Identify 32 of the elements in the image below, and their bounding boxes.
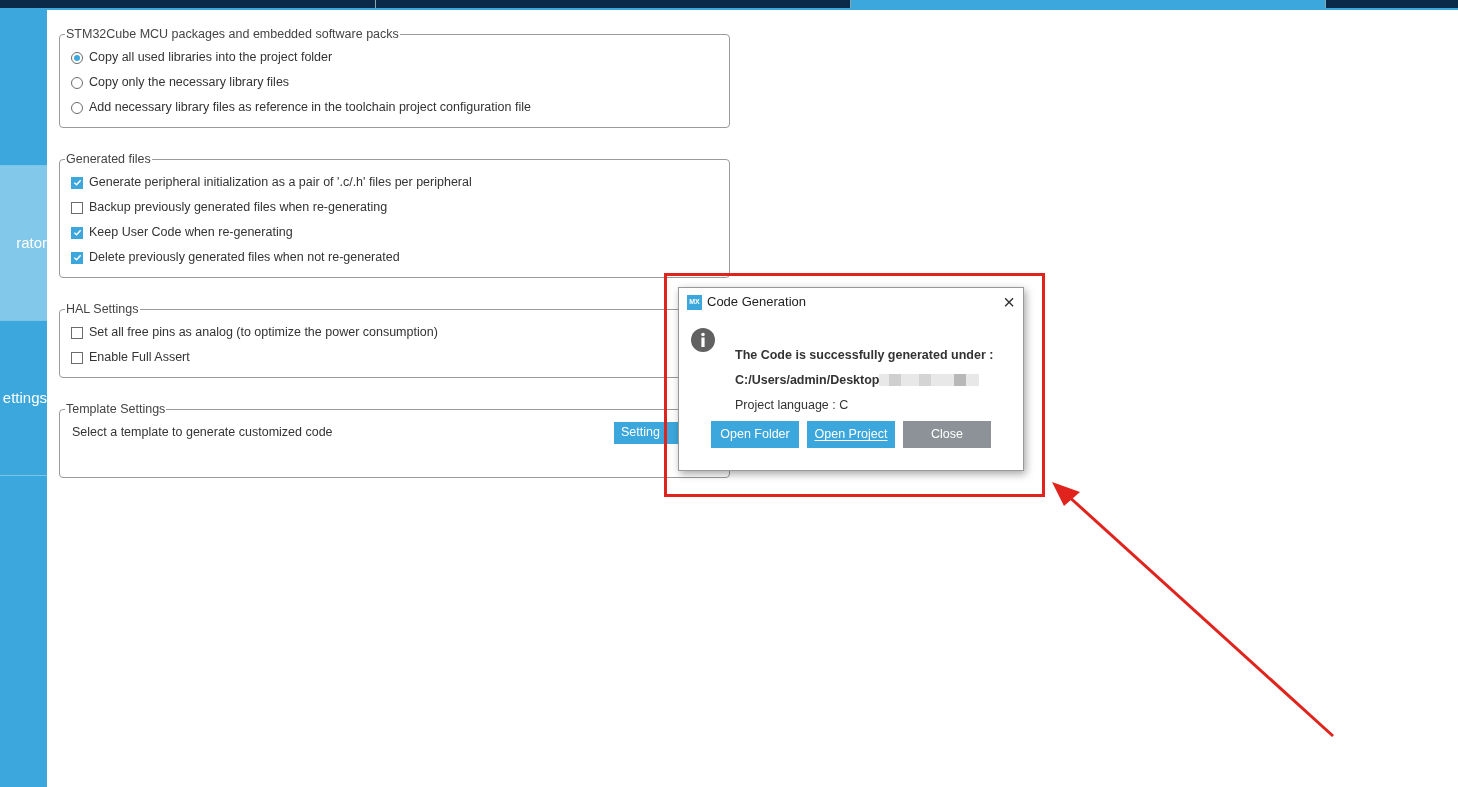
option-label: Generate peripheral initialization as a pair of '.c/.h' files per peripheral — [89, 174, 472, 192]
radio-button[interactable] — [71, 101, 83, 114]
group-title: HAL Settings — [65, 301, 140, 317]
output-path: C:/Users/admin/Desktop — [735, 372, 880, 388]
dialog-title: Code Generation — [707, 293, 807, 312]
template-label: Select a template to generate customized code — [72, 424, 333, 442]
option-label: Copy all used libraries into the project folder — [89, 49, 333, 67]
dialog-button[interactable]: Open Project — [807, 421, 895, 448]
option-label: Add necessary library files as reference in the toolchain project configuration file — [89, 99, 531, 117]
option-label: Set all free pins as analog (to optimize the power consumption) — [89, 324, 438, 342]
checkbox[interactable] — [71, 326, 83, 339]
checkbox[interactable] — [71, 251, 83, 264]
checkbox[interactable] — [71, 351, 83, 364]
success-message: The Code is successfully generated under : — [735, 347, 994, 363]
option-label: Backup previously generated files when re-generating — [89, 199, 388, 217]
group-title: Template Settings — [65, 401, 167, 417]
option-label: Copy only the necessary library files — [89, 74, 290, 92]
radio-button[interactable] — [71, 76, 83, 89]
checkbox[interactable] — [71, 201, 83, 214]
dialog-button[interactable]: Close — [903, 421, 991, 448]
option-label: Delete previously generated files when not re-generated — [89, 249, 400, 267]
checkbox[interactable] — [71, 226, 83, 239]
dialog-button[interactable]: Open Folder — [711, 421, 799, 448]
option-label: Enable Full Assert — [89, 349, 190, 367]
project-language: Project language : C — [735, 397, 850, 413]
radio-button[interactable] — [71, 51, 83, 64]
group-title: STM32Cube MCU packages and embedded software packs — [65, 26, 400, 42]
option-label: Keep User Code when re-generating — [89, 224, 293, 242]
sidebar-item[interactable]: rator — [0, 166, 47, 321]
checkbox[interactable] — [71, 176, 83, 189]
info-icon — [691, 328, 715, 352]
close-button[interactable]: × — [1003, 292, 1015, 312]
